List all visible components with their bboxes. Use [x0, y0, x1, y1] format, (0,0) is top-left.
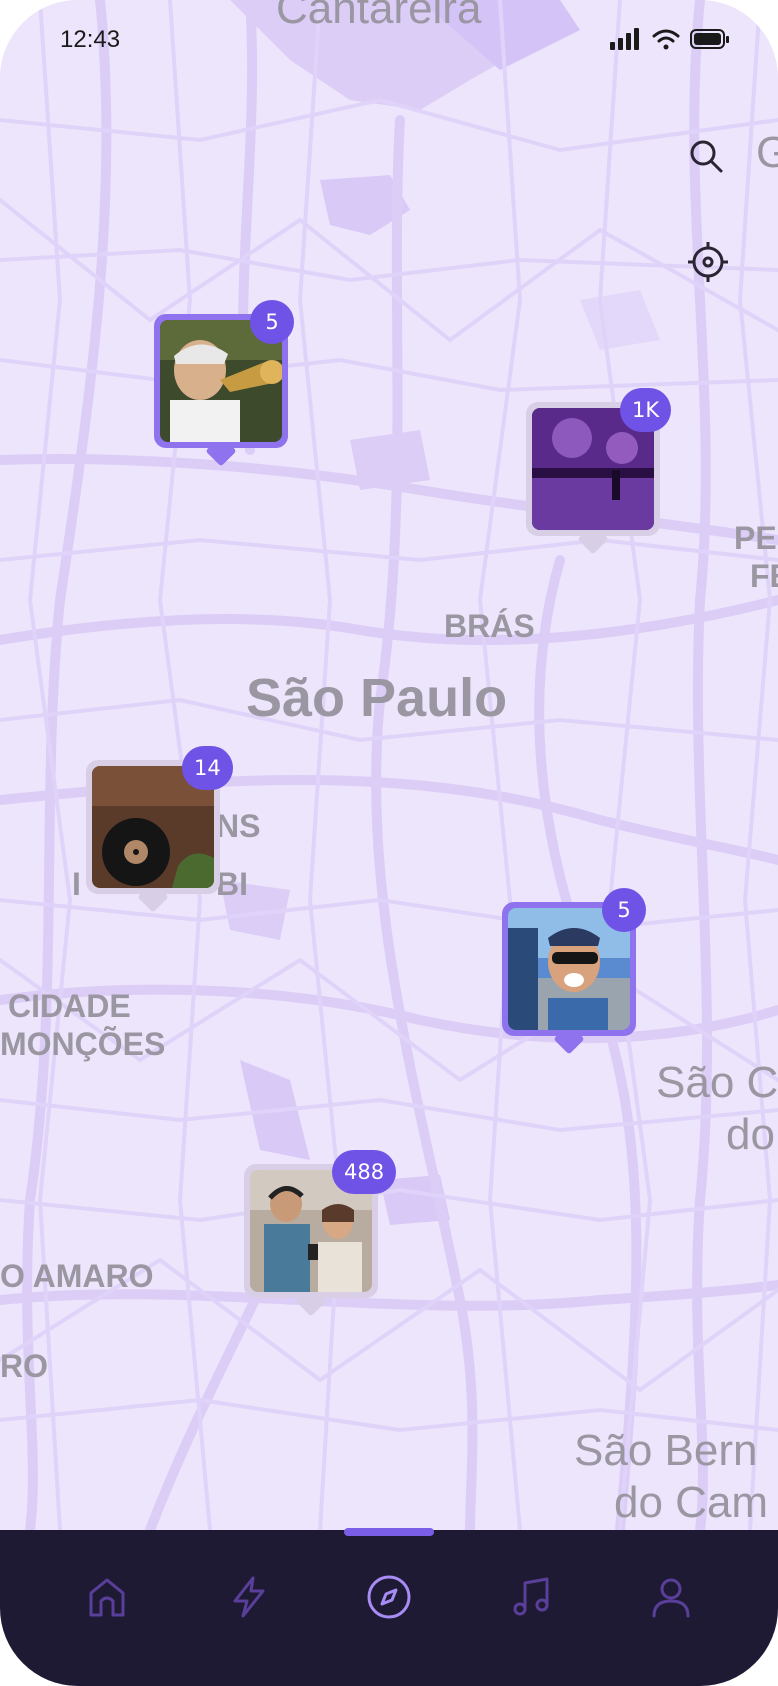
marker-count-badge: 1K	[620, 388, 672, 432]
locate-me-button[interactable]	[686, 240, 734, 288]
status-time: 12:43	[60, 26, 121, 53]
place-label-santo-amaro: O AMARO	[0, 1258, 154, 1294]
place-label-do: do	[726, 1110, 775, 1159]
map-marker-concert[interactable]: 1K	[526, 388, 672, 555]
tab-profile[interactable]	[636, 1562, 706, 1632]
music-note-icon	[513, 1577, 549, 1616]
place-label-bras: BRÁS	[444, 608, 535, 644]
place-label-bi: BI	[216, 866, 248, 902]
marker-count-badge: 488	[332, 1150, 397, 1194]
search-button[interactable]	[686, 136, 734, 184]
place-label-i: I	[72, 866, 81, 902]
map-marker-vinyl[interactable]: 14	[86, 746, 233, 913]
search-icon	[690, 140, 723, 173]
place-label-do-cam: do Cam	[614, 1478, 769, 1527]
cellular-signal-icon	[610, 28, 639, 50]
place-label-cantareira: Cantareira	[276, 0, 482, 33]
bottom-tab-bar	[0, 1528, 778, 1686]
crosshair-icon	[688, 242, 728, 282]
user-icon	[652, 1578, 690, 1618]
battery-icon	[690, 29, 729, 49]
map-marker-selfie[interactable]: 5	[502, 888, 646, 1055]
place-label-ro: RO	[0, 1348, 48, 1384]
place-label-sao-c: São C	[656, 1058, 778, 1107]
marker-count-badge: 5	[250, 300, 294, 344]
lightning-icon	[233, 1576, 265, 1618]
place-label-fe: FE	[750, 558, 778, 594]
place-label-edge: G	[756, 128, 778, 177]
marker-count-badge: 14	[182, 746, 233, 790]
phone-screen: Cantareira G PE FE BRÁS São Paulo NS I B…	[0, 0, 778, 1686]
place-label-moncoes: MONÇÕES	[0, 1026, 166, 1062]
tab-activity[interactable]	[214, 1562, 284, 1632]
map-marker-trumpet[interactable]: 5	[154, 300, 294, 467]
map-marker-couple[interactable]: 488	[244, 1150, 397, 1317]
compass-icon	[367, 1575, 411, 1619]
place-label-sao-paulo: São Paulo	[246, 668, 508, 728]
place-label-cidade: CIDADE	[8, 988, 131, 1024]
wifi-icon	[652, 29, 680, 50]
place-label-pe: PE	[734, 520, 777, 556]
place-label-ns: NS	[216, 808, 261, 844]
tab-explore[interactable]	[354, 1562, 424, 1632]
map-view[interactable]: Cantareira G PE FE BRÁS São Paulo NS I B…	[0, 0, 778, 1530]
tab-home[interactable]	[72, 1562, 142, 1632]
home-icon	[89, 1578, 125, 1617]
marker-count-badge: 5	[602, 888, 646, 932]
place-label-sao-bern: São Bern	[574, 1426, 758, 1475]
status-icons	[610, 28, 730, 50]
tab-music[interactable]	[496, 1562, 566, 1632]
active-tab-indicator	[344, 1528, 434, 1536]
